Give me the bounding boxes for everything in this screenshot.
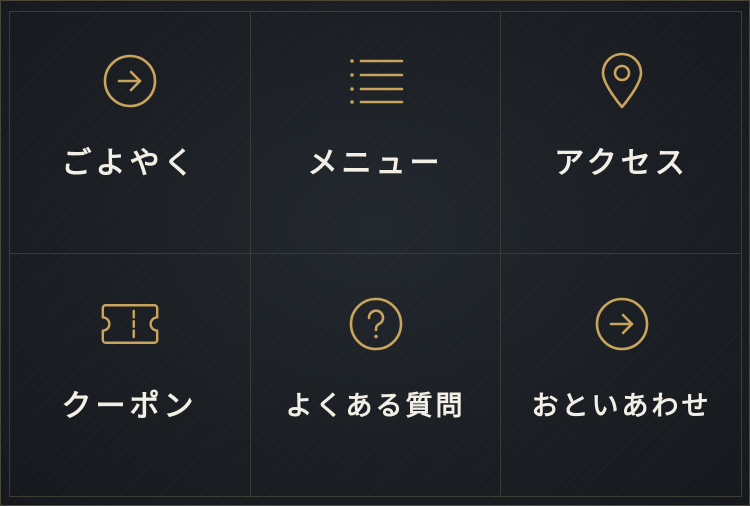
menu-item-coupon[interactable]: クーポン bbox=[9, 254, 251, 497]
menu-item-contact[interactable]: おといあわせ bbox=[501, 254, 742, 497]
menu-item-label: よくある質問 bbox=[285, 391, 466, 422]
ticket-icon bbox=[100, 294, 160, 354]
menu-grid: ごよやく メニュー アクセス クーポン よくある質問 おといあわせ bbox=[9, 11, 742, 497]
arrow-right-circle-icon bbox=[100, 51, 160, 111]
menu-item-label: クーポン bbox=[61, 389, 198, 424]
question-circle-icon bbox=[346, 294, 406, 354]
list-icon bbox=[346, 51, 406, 111]
menu-item-faq[interactable]: よくある質問 bbox=[251, 254, 501, 497]
menu-item-label: ごよやく bbox=[61, 146, 198, 181]
menu-item-access[interactable]: アクセス bbox=[501, 11, 742, 254]
menu-item-label: おといあわせ bbox=[531, 391, 712, 422]
menu-item-label: メニュー bbox=[307, 146, 444, 181]
menu-panel: ごよやく メニュー アクセス クーポン よくある質問 おといあわせ bbox=[0, 0, 750, 506]
menu-item-menu[interactable]: メニュー bbox=[251, 11, 501, 254]
arrow-right-circle-icon bbox=[592, 294, 652, 354]
menu-item-reservation[interactable]: ごよやく bbox=[9, 11, 251, 254]
menu-item-label: アクセス bbox=[554, 146, 689, 181]
map-pin-icon bbox=[592, 51, 652, 111]
